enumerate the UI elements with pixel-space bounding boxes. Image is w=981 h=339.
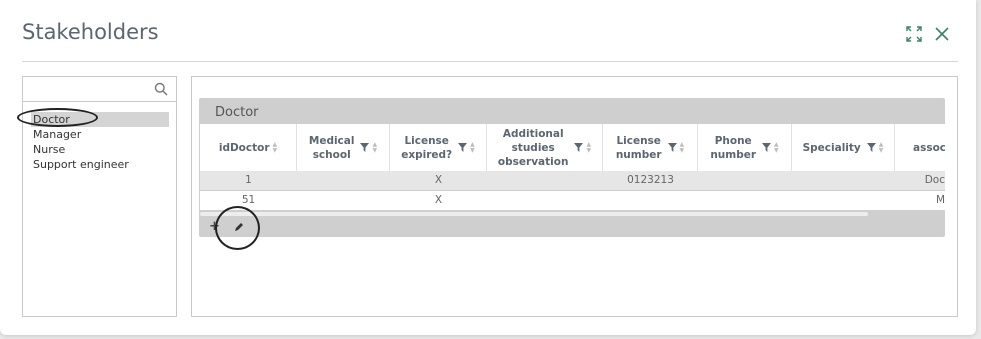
search-icon[interactable]: [154, 82, 168, 96]
search-box: [23, 77, 176, 102]
sort-icon[interactable]: ▲ ▼: [372, 141, 377, 154]
cell-phone-number: [698, 191, 792, 210]
cell-license-expired: X: [434, 174, 443, 186]
sort-icon[interactable]: ▲ ▼: [879, 141, 884, 154]
col-header-license-expired[interactable]: License expired? ▲ ▼: [390, 124, 487, 171]
table-row[interactable]: 1 X 0123213 Doc: [200, 171, 945, 190]
cell-additional-studies: [487, 191, 603, 210]
grid-footer: +: [199, 217, 945, 237]
sort-icon[interactable]: ▲ ▼: [586, 141, 591, 154]
stakeholders-dialog: Stakeholders Doctor Manager Nurse Suppor…: [0, 0, 976, 335]
col-header-medical-school[interactable]: Medical school ▲ ▼: [297, 124, 390, 171]
col-header-additional-studies[interactable]: Additional studies observation ▲ ▼: [487, 124, 603, 171]
pencil-icon[interactable]: [233, 221, 245, 233]
cell-associated: M: [935, 194, 945, 206]
cell-medical-school: [297, 171, 390, 190]
doctor-grid: Doctor idDoctor ▲ ▼ Medical school ▲ ▼ Lic…: [199, 98, 945, 237]
col-header-speciality[interactable]: Speciality ▲ ▼: [792, 124, 895, 171]
cell-medical-school: [297, 191, 390, 210]
filter-icon[interactable]: [667, 143, 677, 152]
grid-header-row: idDoctor ▲ ▼ Medical school ▲ ▼ License ex…: [200, 124, 945, 171]
cell-phone-number: [698, 171, 792, 190]
filter-icon[interactable]: [458, 143, 468, 152]
expand-icon[interactable]: [905, 25, 923, 43]
add-button[interactable]: +: [209, 219, 220, 234]
cell-license-number: [603, 191, 698, 210]
cell-license-expired: X: [434, 194, 443, 206]
cell-license-number: 0123213: [627, 174, 674, 186]
cell-additional-studies: [487, 171, 603, 190]
detail-panel: Doctor idDoctor ▲ ▼ Medical school ▲ ▼ Lic…: [191, 76, 958, 317]
filter-icon[interactable]: [762, 143, 772, 152]
stakeholder-item-manager[interactable]: Manager: [31, 127, 169, 142]
cell-speciality: [792, 191, 895, 210]
horizontal-scrollbar[interactable]: [200, 212, 868, 216]
filter-icon[interactable]: [866, 143, 876, 152]
stakeholder-item-doctor[interactable]: Doctor: [31, 112, 169, 127]
cell-speciality: [792, 171, 895, 190]
table-row[interactable]: 51 X M: [200, 191, 945, 210]
sort-icon[interactable]: ▲ ▼: [680, 141, 685, 154]
col-header-iddoctor[interactable]: idDoctor ▲ ▼: [200, 124, 297, 171]
dialog-title: Stakeholders: [22, 20, 159, 44]
col-header-license-number[interactable]: License number ▲ ▼: [603, 124, 698, 171]
col-header-associated[interactable]: associ: [895, 124, 945, 171]
sort-icon[interactable]: ▲ ▼: [774, 141, 779, 154]
sort-icon[interactable]: ▲ ▼: [470, 141, 475, 154]
stakeholder-item-support-engineer[interactable]: Support engineer: [31, 157, 169, 172]
filter-icon[interactable]: [360, 143, 370, 152]
cell-iddoctor: 1: [245, 174, 252, 186]
search-input[interactable]: [25, 79, 149, 101]
col-header-phone-number[interactable]: Phone number ▲ ▼: [698, 124, 792, 171]
cell-iddoctor: 51: [241, 194, 256, 206]
sort-icon[interactable]: ▲ ▼: [273, 141, 278, 154]
close-icon[interactable]: [933, 25, 951, 43]
header-divider: [22, 61, 958, 62]
cell-associated: Doc: [924, 174, 945, 186]
stakeholder-list-panel: Doctor Manager Nurse Support engineer: [22, 76, 177, 317]
stakeholder-list: Doctor Manager Nurse Support engineer: [31, 112, 169, 172]
grid-title: Doctor: [215, 105, 259, 120]
stakeholder-item-nurse[interactable]: Nurse: [31, 142, 169, 157]
filter-icon[interactable]: [574, 143, 584, 152]
